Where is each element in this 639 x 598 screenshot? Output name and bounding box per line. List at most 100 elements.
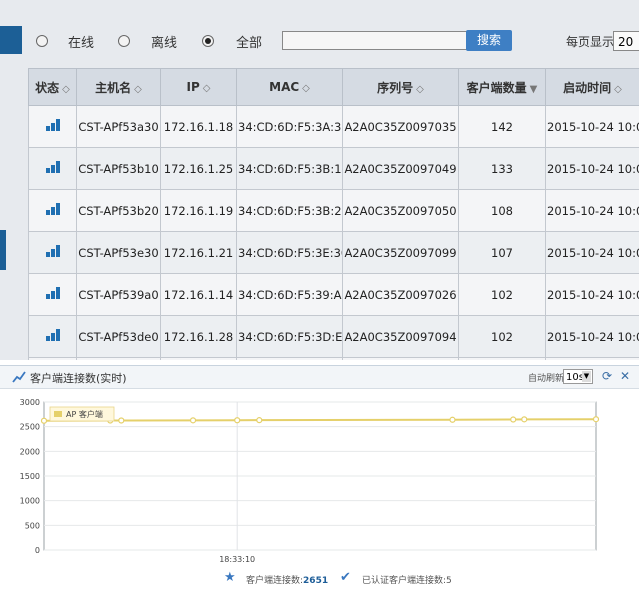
search-input[interactable] [282, 31, 481, 50]
column-header-hostname[interactable]: 主机名◇ [77, 69, 161, 106]
mac-cell: 34:CD:6D:F5:3B:20 [237, 190, 343, 232]
ip-cell: 172.16.1.19 [161, 190, 237, 232]
mac-cell: 34:CD:6D:F5:3E:30 [237, 232, 343, 274]
mac-cell: 34:CD:6D:F5:3D:E0 [237, 316, 343, 358]
chart-stats: ★ 客户端连接数:2651 ✔ 已认证客户端连接数:5 [0, 568, 639, 590]
y-tick-label: 2500 [20, 423, 40, 432]
data-point [594, 417, 599, 422]
close-icon[interactable]: ✕ [618, 369, 632, 383]
side-tab[interactable] [0, 26, 22, 54]
all-radio[interactable] [202, 35, 214, 47]
table-row[interactable]: CST-APf53e30172.16.1.2134:CD:6D:F5:3E:30… [29, 232, 639, 274]
hostname-cell: CST-APf53b00 [77, 358, 161, 361]
x-tick-label: 18:33:10 [219, 555, 255, 564]
total-clients-stat: 客户端连接数:2651 [246, 573, 328, 586]
column-header-mac[interactable]: MAC◇ [237, 69, 343, 106]
status-cell [29, 106, 77, 148]
status-cell [29, 232, 77, 274]
search-button[interactable]: 搜索 [466, 30, 512, 51]
y-tick-label: 0 [35, 546, 40, 555]
sort-icon: ◇ [134, 84, 142, 95]
sort-icon: ◇ [614, 84, 622, 95]
sort-icon: ◇ [416, 84, 424, 95]
ap-list-panel: 在线 离线 全部 搜索 每页显示 20 状态◇ 主机名◇ IP◇ MAC◇ 序列… [0, 0, 639, 360]
start-time-cell: 2015-10-24 10:0 [546, 190, 639, 232]
clients-cell: 102 [459, 316, 546, 358]
y-tick-label: 3000 [20, 398, 40, 407]
ip-cell: 172.16.1.18 [161, 106, 237, 148]
clients-cell: 107 [459, 232, 546, 274]
column-header-start-time[interactable]: 启动时间◇ [546, 69, 639, 106]
table-row[interactable]: CST-APf53a30172.16.1.1834:CD:6D:F5:3A:30… [29, 106, 639, 148]
serial-cell: A2A0C35Z0097049 [343, 148, 459, 190]
hostname-cell: CST-APf53a30 [77, 106, 161, 148]
table-row[interactable]: CST-APf53b10172.16.1.2534:CD:6D:F5:3B:10… [29, 148, 639, 190]
table-row[interactable]: CST-APf53b20172.16.1.1934:CD:6D:F5:3B:20… [29, 190, 639, 232]
sort-desc-icon: ▼ [530, 84, 538, 95]
table-row[interactable]: CST-APf53de0172.16.1.2834:CD:6D:F5:3D:E0… [29, 316, 639, 358]
ip-cell: 172.16.1.28 [161, 316, 237, 358]
offline-radio[interactable] [118, 35, 130, 47]
ip-cell: 172.16.1.14 [161, 274, 237, 316]
sort-icon: ◇ [62, 84, 70, 95]
auto-refresh-label: 自动刷新 [528, 371, 564, 384]
chart-header: 客户端连接数(实时) 自动刷新 10s ▼ ⟳ ✕ [0, 366, 639, 389]
mac-cell: 34:CD:6D:F5:3B:00 [237, 358, 343, 361]
start-time-cell: 2015-10-24 10:0 [546, 232, 639, 274]
hostname-cell: CST-APf53b10 [77, 148, 161, 190]
data-point [235, 418, 240, 423]
per-page-select[interactable]: 20 [613, 31, 639, 51]
mac-cell: 34:CD:6D:F5:3A:30 [237, 106, 343, 148]
check-icon: ✔ [340, 570, 351, 585]
all-label: 全部 [236, 32, 262, 51]
offline-label: 离线 [151, 32, 177, 51]
ap-table: 状态◇ 主机名◇ IP◇ MAC◇ 序列号◇ 客户端数量▼ 启动时间◇ CST-… [28, 68, 639, 360]
per-page-label: 每页显示 [566, 33, 614, 50]
side-tab-lower [0, 230, 6, 270]
column-header-status[interactable]: 状态◇ [29, 69, 77, 106]
start-time-cell: 2015-10-24 10:0 [546, 316, 639, 358]
refresh-interval-select[interactable]: 10s ▼ [563, 369, 593, 384]
legend-label: AP 客户端 [66, 409, 103, 419]
serial-cell: A2A0C35Z0097056 [343, 358, 459, 361]
hostname-cell: CST-APf53b20 [77, 190, 161, 232]
status-cell [29, 190, 77, 232]
clients-cell: 94 [459, 358, 546, 361]
table-header-row: 状态◇ 主机名◇ IP◇ MAC◇ 序列号◇ 客户端数量▼ 启动时间◇ [29, 69, 639, 106]
refresh-icon[interactable]: ⟳ [600, 369, 614, 383]
y-tick-label: 2000 [20, 447, 40, 456]
filter-bar: 在线 离线 全部 搜索 每页显示 20 [28, 26, 639, 56]
hostname-cell: CST-APf53de0 [77, 316, 161, 358]
auth-clients-stat: 已认证客户端连接数:5 [362, 573, 452, 586]
table-row[interactable]: CST-APf53b00172.16.1.1034:CD:6D:F5:3B:00… [29, 358, 639, 361]
online-status-icon [46, 245, 60, 257]
chevron-down-icon: ▼ [582, 371, 591, 382]
y-tick-label: 1500 [20, 472, 40, 481]
status-cell [29, 358, 77, 361]
online-label: 在线 [68, 32, 94, 51]
serial-cell: A2A0C35Z0097035 [343, 106, 459, 148]
online-status-icon [46, 329, 60, 341]
table-row[interactable]: CST-APf539a0172.16.1.1434:CD:6D:F5:39:A0… [29, 274, 639, 316]
hostname-cell: CST-APf539a0 [77, 274, 161, 316]
clients-cell: 142 [459, 106, 546, 148]
start-time-cell: 2015-10-24 10:0 [546, 106, 639, 148]
status-cell [29, 148, 77, 190]
serial-cell: A2A0C35Z0097026 [343, 274, 459, 316]
client-line-chart: 05001000150020002500300018:33:10AP 客户端 [0, 392, 639, 564]
sort-icon: ◇ [203, 83, 211, 94]
start-time-cell: 2015-10-24 10:0 [546, 358, 639, 361]
data-point [42, 418, 47, 423]
column-header-ip[interactable]: IP◇ [161, 69, 237, 106]
ip-cell: 172.16.1.21 [161, 232, 237, 274]
chart-title: 客户端连接数(实时) [30, 370, 127, 386]
legend-swatch [54, 411, 62, 417]
clients-cell: 108 [459, 190, 546, 232]
online-radio[interactable] [36, 35, 48, 47]
line-chart-icon [12, 370, 26, 384]
column-header-clients[interactable]: 客户端数量▼ [459, 69, 546, 106]
ip-cell: 172.16.1.10 [161, 358, 237, 361]
mac-cell: 34:CD:6D:F5:3B:10 [237, 148, 343, 190]
online-status-icon [46, 119, 60, 131]
column-header-serial[interactable]: 序列号◇ [343, 69, 459, 106]
